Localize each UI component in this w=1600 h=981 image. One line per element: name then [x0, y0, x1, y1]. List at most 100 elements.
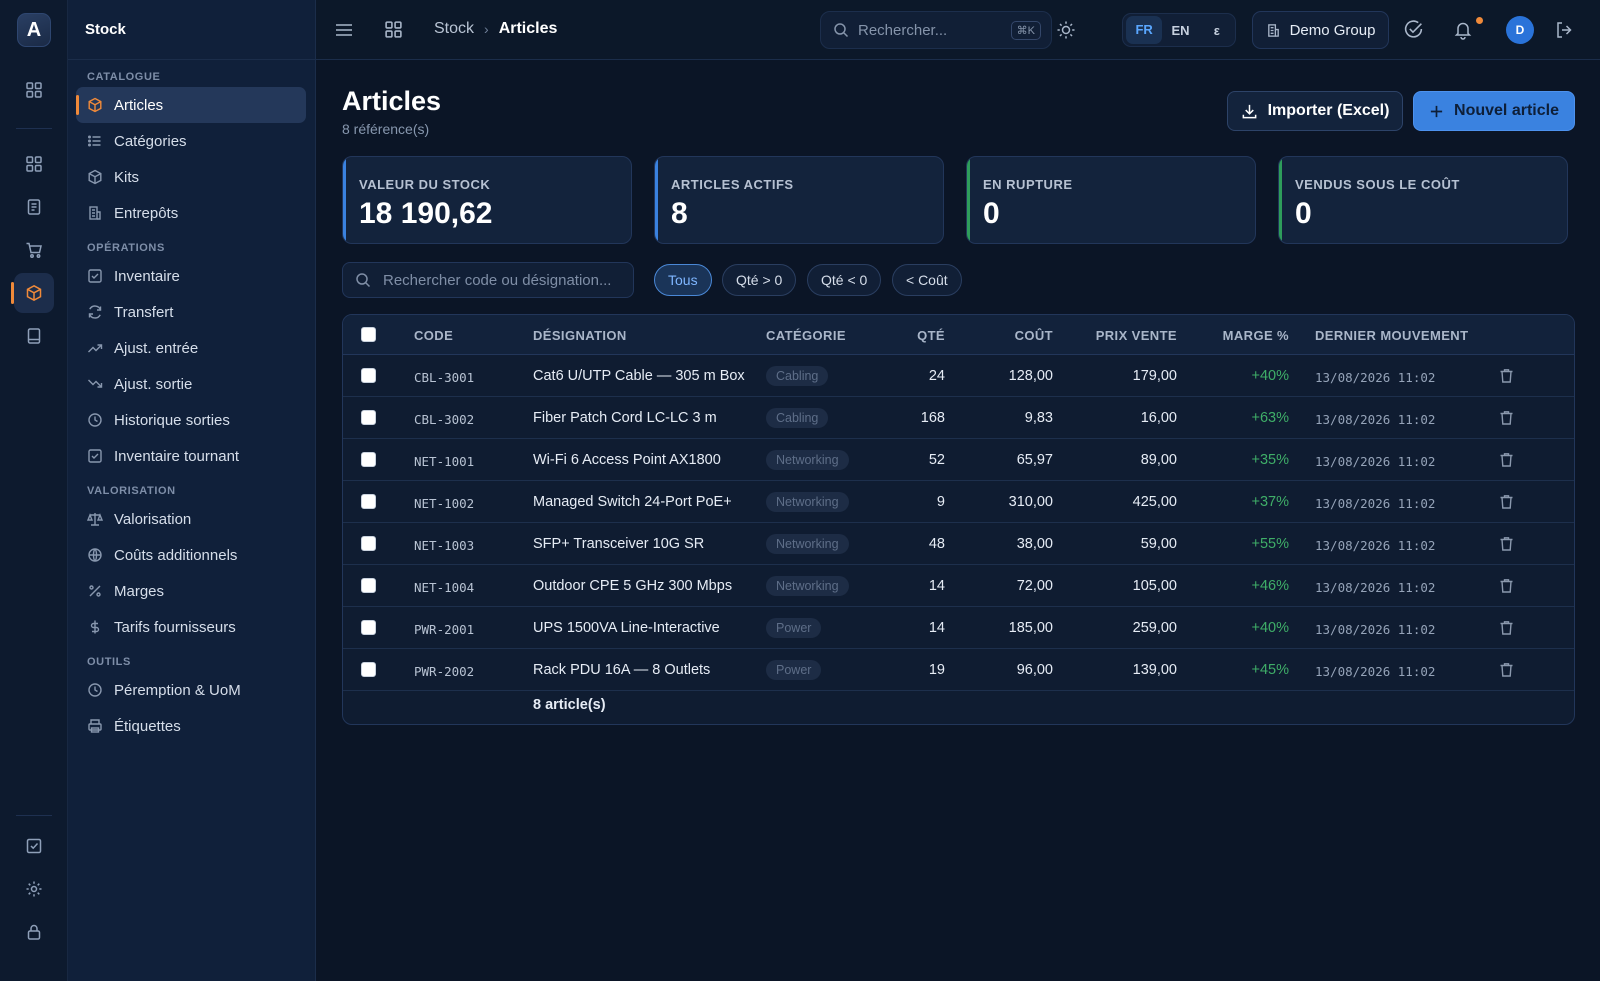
- app-logo[interactable]: A: [17, 13, 51, 47]
- sidebar-item-label: Ajust. sortie: [114, 375, 193, 393]
- breadcrumb-stock[interactable]: Stock: [434, 20, 474, 38]
- sidebar-item-etiquettes[interactable]: Étiquettes: [76, 708, 306, 744]
- articles-table: CODE DÉSIGNATION CATÉGORIE QTÉ COÛT PRIX…: [342, 314, 1575, 725]
- trash-icon[interactable]: [1499, 368, 1514, 384]
- table-row[interactable]: NET-1003 SFP+ Transceiver 10G SR Networkin…: [343, 523, 1574, 565]
- trash-icon[interactable]: [1499, 452, 1514, 468]
- document-icon[interactable]: [14, 187, 54, 227]
- sidebar-item-inventaire[interactable]: Inventaire: [76, 258, 306, 294]
- sidebar-item-couts-additionnels[interactable]: Coûts additionnels: [76, 537, 306, 573]
- sidebar-item-tarifs-fournisseurs[interactable]: Tarifs fournisseurs: [76, 609, 306, 645]
- import-excel-button[interactable]: Importer (Excel): [1227, 91, 1403, 131]
- trash-icon[interactable]: [1499, 662, 1514, 678]
- filter-chip-below-cost[interactable]: < Coût: [892, 264, 962, 296]
- row-checkbox[interactable]: [361, 368, 376, 383]
- sun-theme-icon[interactable]: [1056, 20, 1076, 40]
- logout-icon[interactable]: [1554, 20, 1574, 40]
- cell-price: 259,00: [1132, 620, 1177, 636]
- stock-box-icon[interactable]: [11, 273, 54, 313]
- row-checkbox[interactable]: [361, 620, 376, 635]
- filter-chip-tous[interactable]: Tous: [654, 264, 712, 296]
- sidebar-item-articles[interactable]: Articles: [76, 87, 306, 123]
- sidebar-item-label: Péremption & UoM: [114, 681, 241, 699]
- row-checkbox[interactable]: [361, 494, 376, 509]
- lang-en[interactable]: EN: [1162, 23, 1198, 38]
- table-row[interactable]: NET-1002 Managed Switch 24-Port PoE+ Netwo…: [343, 481, 1574, 523]
- lock-icon[interactable]: [14, 912, 54, 952]
- book-icon[interactable]: [14, 316, 54, 356]
- section-outils: OUTILS: [87, 656, 131, 668]
- col-qty[interactable]: QTÉ: [883, 328, 945, 343]
- settings-gear-icon[interactable]: [14, 869, 54, 909]
- sidebar-item-ajust-entree[interactable]: Ajust. entrée: [76, 330, 306, 366]
- lang-fr[interactable]: FR: [1126, 16, 1163, 44]
- col-cost[interactable]: COÛT: [963, 328, 1053, 343]
- sidebar: Stock CATALOGUE Articles Catégories Kits…: [68, 0, 316, 981]
- sidebar-item-ajust-sortie[interactable]: Ajust. sortie: [76, 366, 306, 402]
- col-price[interactable]: PRIX VENTE: [1067, 328, 1177, 343]
- cell-margin: +45%: [1251, 662, 1290, 678]
- cart-icon[interactable]: [14, 230, 54, 270]
- scale-icon: [87, 513, 103, 526]
- new-article-button[interactable]: Nouvel article: [1413, 91, 1575, 131]
- trash-icon[interactable]: [1499, 410, 1514, 426]
- col-designation[interactable]: DÉSIGNATION: [533, 328, 627, 343]
- menu-hamburger-icon[interactable]: [334, 20, 354, 40]
- table-row[interactable]: PWR-2002 Rack PDU 16A — 8 Outlets Power 19 9…: [343, 649, 1574, 691]
- apps-grid-icon[interactable]: [14, 144, 54, 184]
- icon-rail: A: [0, 0, 68, 981]
- table-row[interactable]: CBL-3002 Fiber Patch Cord LC-LC 3 m Cablin…: [343, 397, 1574, 439]
- trash-icon[interactable]: [1499, 536, 1514, 552]
- col-margin[interactable]: MARGE %: [1193, 328, 1289, 343]
- check-circle-icon[interactable]: [1403, 19, 1424, 40]
- clock-icon: [88, 683, 102, 697]
- tasks-icon[interactable]: [14, 826, 54, 866]
- row-checkbox[interactable]: [361, 410, 376, 425]
- cell-code: CBL-3001: [414, 370, 475, 385]
- col-code[interactable]: CODE: [414, 328, 453, 343]
- table-row[interactable]: NET-1001 Wi-Fi 6 Access Point AX1800 Netwo…: [343, 439, 1574, 481]
- avatar[interactable]: D: [1506, 16, 1534, 44]
- bell-icon[interactable]: [1453, 19, 1473, 40]
- filter-chip-qty-negative[interactable]: Qté < 0: [807, 264, 882, 296]
- table-row[interactable]: NET-1004 Outdoor CPE 5 GHz 300 Mbps Networ…: [343, 565, 1574, 607]
- cell-cost: 9,83: [1024, 410, 1053, 426]
- filter-chip-qty-positive[interactable]: Qté > 0: [722, 264, 797, 296]
- row-checkbox[interactable]: [361, 578, 376, 593]
- global-search[interactable]: Rechercher... ⌘K: [820, 11, 1052, 49]
- row-checkbox[interactable]: [361, 536, 376, 551]
- trash-icon[interactable]: [1499, 494, 1514, 510]
- row-checkbox[interactable]: [361, 452, 376, 467]
- kpi-value: 0: [983, 197, 1000, 230]
- col-last-move[interactable]: DERNIER MOUVEMENT: [1315, 328, 1468, 343]
- cell-last-move: 13/08/2026 11:02: [1315, 580, 1436, 595]
- sidebar-item-inventaire-tournant[interactable]: Inventaire tournant: [76, 438, 306, 474]
- sidebar-item-kits[interactable]: Kits: [76, 159, 306, 195]
- table-row[interactable]: PWR-2001 UPS 1500VA Line-Interactive Power…: [343, 607, 1574, 649]
- select-all-checkbox[interactable]: [361, 327, 376, 342]
- lang-other[interactable]: ε: [1199, 23, 1235, 38]
- cell-code: NET-1004: [414, 580, 475, 595]
- trash-icon[interactable]: [1499, 620, 1514, 636]
- apps-grid-icon[interactable]: [384, 20, 403, 39]
- group-selector[interactable]: Demo Group: [1252, 11, 1389, 49]
- category-badge: Networking: [766, 492, 849, 512]
- kpi-out-of-stock: EN RUPTURE 0: [966, 156, 1256, 244]
- sidebar-item-marges[interactable]: Marges: [76, 573, 306, 609]
- col-category[interactable]: CATÉGORIE: [766, 328, 846, 343]
- sidebar-item-entrepots[interactable]: Entrepôts: [76, 195, 306, 231]
- printer-icon: [88, 719, 102, 733]
- sidebar-item-valorisation[interactable]: Valorisation: [76, 501, 306, 537]
- sidebar-item-peremption-uom[interactable]: Péremption & UoM: [76, 672, 306, 708]
- kpi-active-articles: ARTICLES ACTIFS 8: [654, 156, 944, 244]
- dashboard-icon[interactable]: [14, 70, 54, 110]
- list-icon: [88, 135, 101, 147]
- row-checkbox[interactable]: [361, 662, 376, 677]
- percent-icon: [89, 585, 101, 597]
- article-search-input[interactable]: Rechercher code ou désignation...: [342, 262, 634, 298]
- sidebar-item-transfert[interactable]: Transfert: [76, 294, 306, 330]
- sidebar-item-categories[interactable]: Catégories: [76, 123, 306, 159]
- trash-icon[interactable]: [1499, 578, 1514, 594]
- table-row[interactable]: CBL-3001 Cat6 U/UTP Cable — 305 m Box Cabl…: [343, 355, 1574, 397]
- sidebar-item-historique-sorties[interactable]: Historique sorties: [76, 402, 306, 438]
